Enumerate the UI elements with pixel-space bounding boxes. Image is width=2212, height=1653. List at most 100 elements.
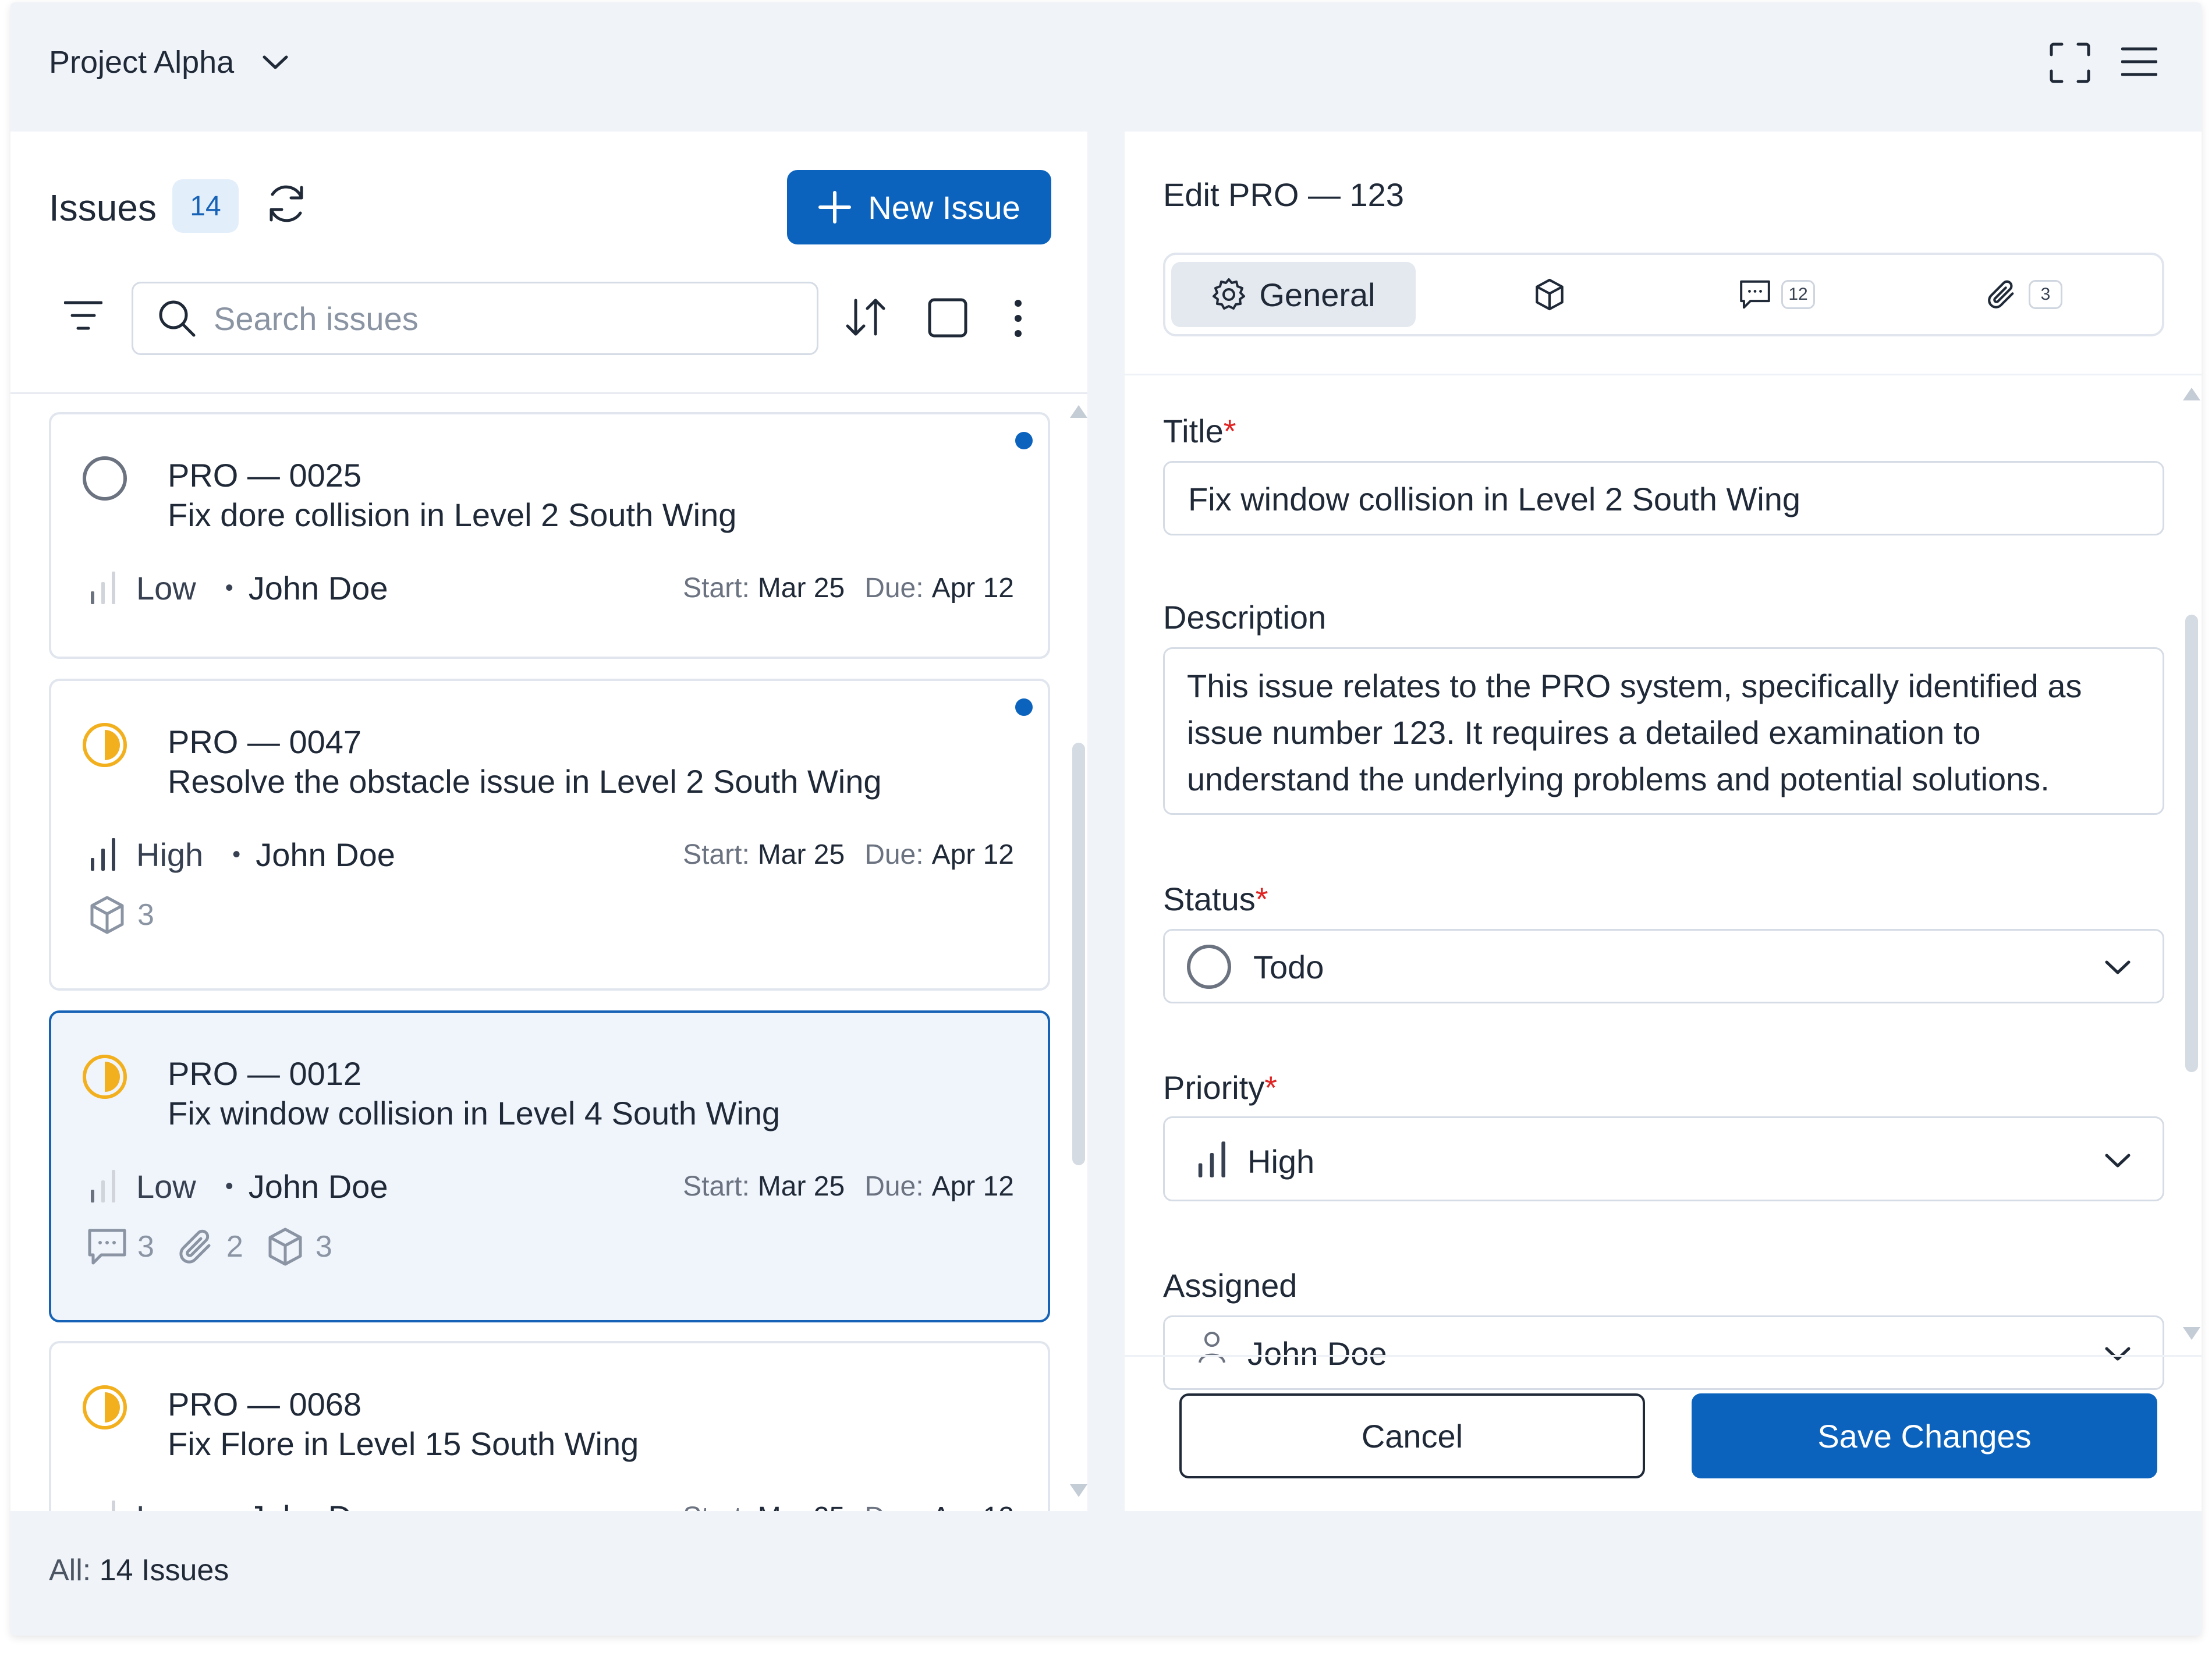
tab-models[interactable] [1480, 262, 1619, 327]
tab-attachments[interactable]: 3 [1959, 262, 2087, 327]
description-label: Description [1163, 599, 1327, 636]
priority-label: Low [136, 569, 196, 606]
issue-dates: Start:Mar 25Due:Apr 12 [683, 1170, 1014, 1202]
paperclip-icon [179, 1229, 211, 1264]
chevron-down-icon [2105, 960, 2131, 974]
issue-dates: Start:Mar 25Due:Apr 12 [683, 839, 1014, 870]
title-value[interactable]: Fix window collision in Level 2 South Wi… [1188, 480, 1800, 518]
issue-card[interactable]: PRO — 0025 Fix dore collision in Level 2… [49, 412, 1050, 659]
todo-status-icon [83, 456, 127, 501]
issue-card[interactable]: PRO — 0047 Resolve the obstacle issue in… [49, 679, 1050, 991]
checkbox-icon[interactable] [928, 298, 967, 338]
issue-code: PRO — 0025 [168, 457, 362, 494]
new-issue-label: New Issue [868, 189, 1020, 226]
issues-heading: Issues [49, 187, 157, 229]
header-divider [10, 392, 1087, 394]
description-textarea[interactable] [1187, 663, 2142, 814]
title-label: Title* [1163, 413, 1236, 449]
form-scrollbar-thumb[interactable] [2185, 615, 2198, 1072]
edit-form: Title* Fix window collision in Level 2 S… [1125, 376, 2202, 1482]
assignee-name: John Doe [256, 836, 395, 873]
tab-general[interactable]: General [1171, 262, 1416, 327]
tabs-divider [1125, 374, 2202, 375]
assigned-label: Assigned [1163, 1267, 1298, 1304]
save-changes-button[interactable]: Save Changes [1692, 1393, 2157, 1478]
scroll-up-arrow[interactable] [2182, 385, 2202, 403]
unread-dot [1015, 698, 1033, 716]
priority-label: Low [136, 1168, 196, 1205]
issues-scrollbar-thumb[interactable] [1072, 743, 1085, 1165]
status-select[interactable]: Todo [1163, 929, 2164, 1003]
search-input[interactable] [214, 299, 738, 338]
in-progress-status-icon [83, 723, 127, 767]
issue-title: Resolve the obstacle issue in Level 2 So… [168, 763, 882, 800]
issue-extras: 3 2 3 [86, 1226, 353, 1268]
priority-label: Low [136, 1498, 196, 1512]
edit-tabs: General 12 3 [1163, 253, 2164, 336]
description-field[interactable] [1163, 647, 2164, 815]
more-vertical-icon[interactable] [1013, 298, 1023, 339]
tab-comments[interactable]: 12 [1713, 262, 1841, 327]
footer-value: 14 Issues [99, 1553, 229, 1587]
priority-value: High [1247, 1143, 1315, 1180]
cube-icon [268, 1228, 302, 1266]
in-progress-status-icon [83, 1385, 127, 1429]
issues-count-badge: 14 [172, 179, 239, 233]
assignee-name: John Doe [248, 1168, 388, 1205]
top-bar: Project Alpha [10, 2, 2202, 130]
app-window: Project Alpha Issues 14 New Issue Search… [10, 2, 2202, 1636]
separator-dot: • [232, 841, 241, 867]
search-box[interactable] [132, 282, 818, 355]
scroll-up-arrow[interactable] [1069, 403, 1089, 420]
edit-issue-panel: Edit PRO — 123 General 12 3 Title* Fix w… [1125, 132, 2202, 1511]
scroll-down-arrow[interactable] [1069, 1482, 1089, 1499]
issue-card-selected[interactable]: PRO — 0012 Fix window collision in Level… [49, 1010, 1050, 1322]
hamburger-menu-icon[interactable] [2121, 47, 2157, 77]
issue-dates: Start:Mar 25Due:Apr 12 [683, 1501, 1014, 1512]
unread-dot [1015, 432, 1033, 449]
filter-icon[interactable] [64, 300, 102, 331]
new-issue-button[interactable]: New Issue [787, 170, 1051, 244]
assigned-value: John Doe [1247, 1335, 1387, 1372]
assigned-select[interactable]: John Doe [1163, 1315, 2164, 1390]
issue-code: PRO — 0068 [168, 1386, 362, 1423]
search-icon [159, 300, 196, 337]
separator-dot: • [225, 574, 233, 601]
attachments-count: 2 [175, 1226, 243, 1268]
issue-meta: High • John Doe Start: Mar 25 Due: Apr 12 [88, 831, 1014, 878]
footer-label: All: [49, 1553, 91, 1587]
actions-divider [1125, 1355, 2202, 1357]
scroll-down-arrow[interactable] [2182, 1325, 2202, 1342]
priority-high-icon [91, 838, 115, 871]
tab-general-label: General [1259, 276, 1376, 313]
plus-icon [818, 191, 852, 224]
priority-label: High [136, 836, 204, 873]
paperclip-icon [1988, 280, 2014, 308]
issue-meta: Low • John Doe Start:Mar 25Due:Apr 12 [88, 565, 1014, 611]
comment-icon [88, 1229, 126, 1265]
comment-icon [1740, 280, 1770, 309]
chevron-down-icon [263, 55, 288, 69]
issue-meta: Low • John Doe Start:Mar 25Due:Apr 12 [88, 1494, 1014, 1511]
priority-select[interactable]: High [1163, 1116, 2164, 1201]
title-field[interactable]: Fix window collision in Level 2 South Wi… [1163, 461, 2164, 535]
fullscreen-icon[interactable] [2048, 41, 2092, 85]
project-selector[interactable]: Project Alpha [49, 44, 289, 80]
status-footer: All: 14 Issues [49, 1553, 229, 1588]
issues-list[interactable]: PRO — 0025 Fix dore collision in Level 2… [10, 395, 1087, 1511]
separator-dot: • [225, 1173, 233, 1199]
user-icon [1199, 1332, 1225, 1363]
cancel-button[interactable]: Cancel [1179, 1393, 1645, 1478]
todo-status-icon [1187, 945, 1231, 989]
priority-low-icon [91, 572, 115, 604]
project-name: Project Alpha [49, 45, 235, 80]
sort-icon[interactable] [844, 297, 887, 338]
issue-code: PRO — 0012 [168, 1055, 362, 1092]
assignee-name: John Doe [249, 1498, 388, 1512]
cube-icon [90, 896, 124, 934]
refresh-icon[interactable] [263, 180, 310, 227]
priority-low-icon [112, 1501, 115, 1511]
issue-card[interactable]: PRO — 0068 Fix Flore in Level 15 South W… [49, 1341, 1050, 1511]
chevron-down-icon [2105, 1154, 2131, 1168]
comments-count: 3 [86, 1227, 154, 1267]
